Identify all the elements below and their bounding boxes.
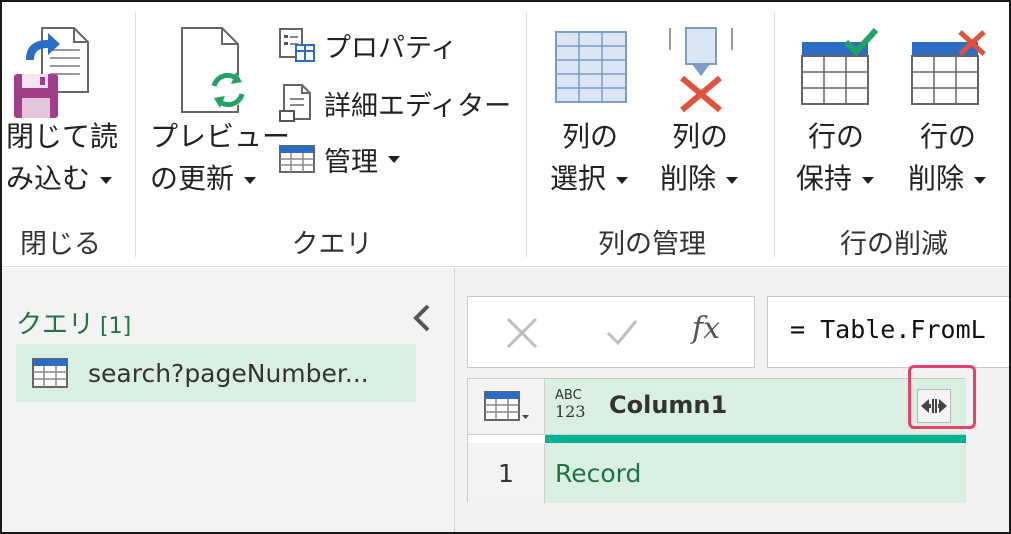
column-type-icon[interactable]: ABC 123 (555, 388, 586, 420)
choose-columns-icon (555, 31, 627, 103)
queries-count: [1] (100, 314, 132, 339)
choose-columns-label-1: 列の (562, 120, 619, 153)
keep-rows-label-2: 保持 (796, 158, 875, 200)
data-grid: ABC 123 Column1 1 Record (467, 365, 976, 503)
column-header[interactable]: ABC 123 Column1 (545, 365, 976, 435)
chevron-left-icon (413, 304, 430, 332)
chevron-down-icon (388, 155, 400, 163)
chevron-down-icon (100, 176, 113, 184)
chevron-down-icon (616, 176, 629, 184)
group-separator (774, 12, 775, 257)
row-number: 1 (468, 443, 545, 503)
table-menu-icon (484, 391, 529, 421)
refresh-preview-label-2: の更新 (150, 158, 257, 200)
column-name: Column1 (609, 391, 728, 419)
close-and-load-label-1: 閉じて読 (6, 120, 119, 153)
table-icon (279, 145, 315, 173)
query-list-item[interactable]: search?pageNumber... (16, 344, 416, 402)
query-name: search?pageNumber... (88, 358, 369, 388)
formula-controls: fx (467, 296, 755, 368)
close-and-load-icon (14, 27, 89, 118)
refresh-preview-icon (181, 27, 246, 113)
group-separator (135, 12, 136, 257)
remove-columns-label-2: 削除 (660, 158, 739, 200)
properties-icon (279, 28, 315, 62)
chevron-down-icon (244, 176, 257, 184)
advanced-editor-label: 詳細エディター (324, 90, 512, 122)
choose-columns-button[interactable]: 列の 選択 (542, 16, 642, 206)
keep-rows-button[interactable]: 行の 保持 (788, 16, 892, 206)
group-label-reduce-rows: 行の削減 (840, 229, 948, 260)
queries-pane-title: クエリ [1] (16, 310, 132, 340)
group-label-query: クエリ (291, 229, 373, 260)
refresh-preview-button[interactable]: プレビュー の更新 (146, 16, 290, 206)
formula-text: = Table.FromL (790, 315, 986, 344)
remove-columns-label-1: 列の (672, 120, 729, 153)
close-and-load-label-2: み込む (6, 158, 113, 200)
app-window: 閉じて読 み込む 閉じる プレビュー の更新 プロパティ 詳細エディター 管理 … (0, 0, 1011, 534)
editor-area: クエリ [1] search?pageNumber... fx = Table.… (2, 268, 1009, 532)
queries-pane: クエリ [1] search?pageNumber... (2, 268, 454, 532)
properties-button[interactable]: プロパティ (278, 24, 457, 66)
formula-input[interactable]: = Table.FromL (767, 296, 1009, 368)
highlight-annotation (908, 365, 976, 429)
group-label-manage-columns: 列の管理 (598, 229, 706, 260)
data-pane: fx = Table.FromL ABC 123 Column1 1 Recor… (455, 268, 1009, 532)
keep-rows-label-1: 行の (808, 120, 865, 153)
close-and-load-button[interactable]: 閉じて読 み込む (2, 16, 122, 206)
column-type-bottom: 123 (555, 402, 586, 421)
remove-columns-button[interactable]: 列の 削除 (652, 16, 762, 206)
column-quality-bar (545, 435, 966, 443)
group-label-close: 閉じる (20, 229, 101, 260)
chevron-down-icon (974, 176, 987, 184)
choose-columns-label-2: 選択 (550, 158, 629, 200)
table-menu-button[interactable] (468, 379, 545, 435)
ribbon: 閉じて読 み込む 閉じる プレビュー の更新 プロパティ 詳細エディター 管理 … (2, 2, 1009, 267)
manage-label: 管理 (324, 146, 378, 178)
check-icon[interactable] (604, 315, 640, 351)
cancel-icon[interactable] (504, 315, 540, 351)
remove-rows-label-1: 行の (920, 120, 977, 153)
remove-columns-icon (669, 27, 733, 112)
group-separator (526, 12, 527, 257)
properties-label: プロパティ (324, 32, 458, 64)
advanced-editor-icon (279, 84, 311, 122)
table-cell[interactable]: Record (545, 443, 966, 503)
keep-rows-icon (801, 28, 879, 105)
refresh-preview-label-1: プレビュー (150, 120, 291, 153)
collapse-pane-button[interactable] (410, 302, 436, 334)
manage-button[interactable]: 管理 (278, 138, 400, 180)
chevron-down-icon (862, 176, 875, 184)
remove-rows-button[interactable]: 行の 削除 (900, 16, 1008, 206)
remove-rows-icon (911, 30, 986, 105)
advanced-editor-button[interactable]: 詳細エディター (278, 82, 511, 124)
chevron-down-icon (726, 176, 739, 184)
table-icon (32, 358, 68, 388)
remove-rows-label-2: 削除 (908, 158, 987, 200)
fx-icon[interactable]: fx (692, 311, 720, 346)
